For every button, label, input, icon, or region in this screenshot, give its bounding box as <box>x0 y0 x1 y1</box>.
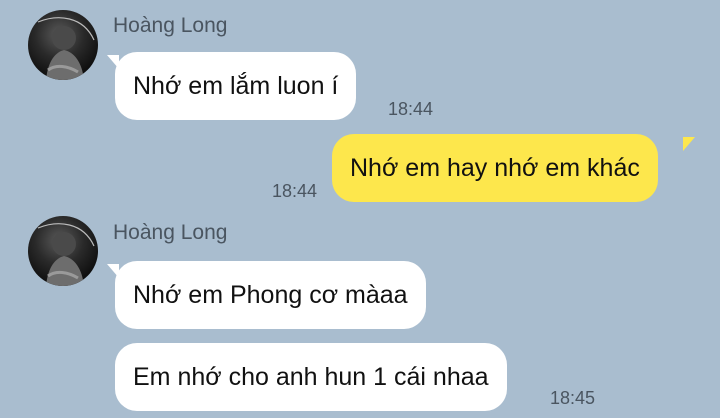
message-time: 18:45 <box>550 388 596 408</box>
avatar-photo <box>37 17 95 80</box>
message-time: 18:44 <box>272 181 318 201</box>
sender-avatar[interactable] <box>28 216 98 286</box>
message-bubble[interactable]: Nhớ em Phong cơ màaa <box>115 261 426 329</box>
message-bubble[interactable]: Nhớ em hay nhớ em khác <box>332 134 658 202</box>
bubble-tail <box>683 137 695 151</box>
message-text: Nhớ em hay nhớ em khác <box>350 153 640 182</box>
sender-name: Hoàng Long <box>113 221 228 244</box>
message-text: Nhớ em lắm luon í <box>133 71 339 100</box>
avatar-photo <box>37 223 95 286</box>
message-bubble[interactable]: Nhớ em lắm luon í <box>115 52 357 120</box>
message-text: Nhớ em Phong cơ màaa <box>133 280 408 309</box>
message-bubble[interactable]: Em nhớ cho anh hun 1 cái nhaa <box>115 343 507 411</box>
message-text: Em nhớ cho anh hun 1 cái nhaa <box>133 362 489 391</box>
sender-avatar[interactable] <box>28 10 98 80</box>
message-time: 18:44 <box>388 99 434 119</box>
sender-name: Hoàng Long <box>113 14 228 37</box>
